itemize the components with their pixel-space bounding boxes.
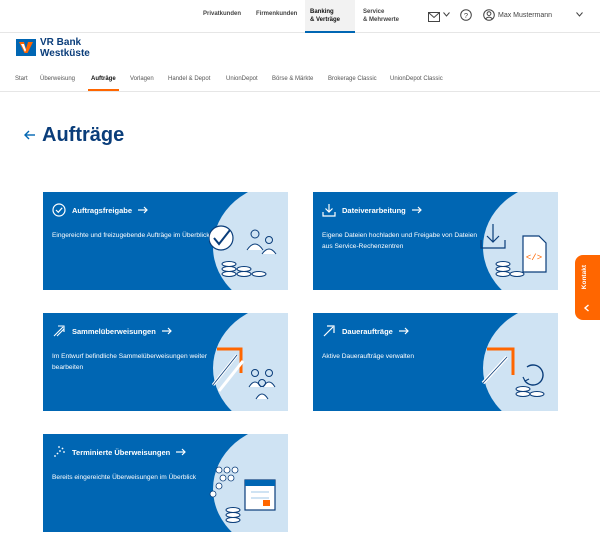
vr-logo-icon: [16, 39, 36, 56]
card-description: Im Entwurf befindliche Sammelüberweisung…: [52, 353, 208, 371]
nav-privatkunden-label: Privatkunden: [203, 11, 242, 17]
menu-item-handel-depot[interactable]: Handel & Depot: [168, 76, 210, 82]
mail-icon[interactable]: [428, 10, 440, 24]
card-description: Bereits eingereichte Überweisungen im Üb…: [52, 474, 197, 481]
bank-logo[interactable]: VR Bank Westküste: [16, 37, 136, 61]
nav-banking-vertraege[interactable]: Banking & Verträge: [305, 0, 355, 33]
arrow-right-icon: [138, 206, 148, 214]
bulk-transfer-illustration-icon: [211, 347, 276, 400]
active-menu-indicator: [88, 89, 119, 91]
menu-item-boerse-maerkte[interactable]: Börse & Märkte: [272, 76, 313, 82]
approval-illustration-icon: [209, 225, 277, 277]
card-sammelueberweisungen[interactable]: Sammelüberweisungen Im Entwurf befindlic…: [43, 313, 288, 411]
main-menu: Start Überweisung Aufträge Vorlagen Hand…: [0, 72, 600, 92]
dotted-arrow-icon: [54, 446, 65, 457]
nav-service-label-2: & Mehrwerte: [363, 17, 400, 23]
top-navigation: Privatkunden Firmenkunden Banking & Vert…: [0, 0, 600, 33]
nav-firmenkunden[interactable]: Firmenkunden: [256, 10, 297, 18]
arrow-icon: [323, 325, 335, 337]
arrow-right-icon: [411, 206, 422, 214]
nav-service-mehrwerte[interactable]: Service & Mehrwerte: [363, 8, 399, 24]
menu-item-auftraege[interactable]: Aufträge: [91, 76, 116, 82]
card-title: Sammelüberweisungen: [72, 326, 156, 336]
card-description: Eigene Dateien hochladen und Freigabe vo…: [322, 232, 478, 250]
menu-item-brokerage-classic[interactable]: Brokerage Classic: [328, 76, 377, 82]
menu-item-vorlagen[interactable]: Vorlagen: [130, 76, 154, 82]
chevron-down-icon[interactable]: [576, 12, 583, 17]
bank-name: VR Bank Westküste: [40, 37, 90, 59]
multi-arrow-icon: [53, 325, 65, 337]
card-title: Dateiverarbeitung: [342, 205, 406, 215]
chevron-down-icon[interactable]: [443, 12, 450, 17]
standing-order-illustration-icon: [481, 347, 545, 397]
nav-privatkunden[interactable]: Privatkunden: [203, 10, 241, 18]
bank-name-line-1: VR Bank: [40, 37, 82, 48]
file-upload-illustration-icon: </>: [480, 224, 547, 277]
arrow-right-icon: [176, 448, 187, 456]
help-icon[interactable]: ?: [460, 9, 472, 21]
card-title: Auftragsfreigabe: [72, 205, 133, 215]
nav-banking-label-2: & Verträge: [310, 17, 341, 23]
svg-text:?: ?: [464, 11, 468, 20]
nav-firmenkunden-label: Firmenkunden: [256, 11, 298, 17]
card-auftragsfreigabe[interactable]: Auftragsfreigabe Eingereichte und freizu…: [43, 192, 288, 290]
nav-banking-label-1: Banking: [310, 9, 334, 15]
card-dateiverarbeitung[interactable]: Dateiverarbeitung Eigene Dateien hochlad…: [313, 192, 558, 290]
card-description: Eingereichte und freizugebende Aufträge …: [52, 232, 210, 239]
card-terminierte-ueberweisungen[interactable]: Terminierte Überweisungen Bereits einger…: [43, 434, 288, 532]
user-icon[interactable]: [483, 9, 495, 21]
menu-item-uniondepot[interactable]: UnionDepot: [226, 76, 258, 82]
card-dauerauftraege[interactable]: Daueraufträge Aktive Daueraufträge verwa…: [313, 313, 558, 411]
kontakt-tab[interactable]: Kontakt: [575, 255, 600, 320]
scheduled-transfer-illustration-icon: [209, 466, 276, 523]
arrow-right-icon: [161, 327, 172, 335]
card-title: Terminierte Überweisungen: [72, 447, 171, 457]
check-circle-icon: [52, 203, 66, 217]
kontakt-label: Kontakt: [581, 265, 588, 290]
arrow-right-icon: [398, 327, 409, 335]
card-description: Aktive Daueraufträge verwalten: [322, 353, 414, 360]
menu-item-start[interactable]: Start: [15, 76, 28, 82]
nav-service-label-1: Service: [363, 9, 385, 15]
card-title: Daueraufträge: [342, 326, 393, 336]
user-name[interactable]: Max Mustermann: [498, 12, 552, 19]
menu-item-uniondepot-classic[interactable]: UnionDepot Classic: [390, 76, 443, 82]
back-arrow-icon[interactable]: [24, 130, 36, 140]
chevron-left-icon: [583, 304, 589, 312]
menu-item-ueberweisung[interactable]: Überweisung: [40, 76, 75, 82]
bank-name-line-2: Westküste: [40, 48, 90, 59]
svg-text:</>: </>: [526, 253, 542, 263]
download-icon: [322, 204, 336, 217]
page-title: Aufträge: [42, 124, 125, 146]
